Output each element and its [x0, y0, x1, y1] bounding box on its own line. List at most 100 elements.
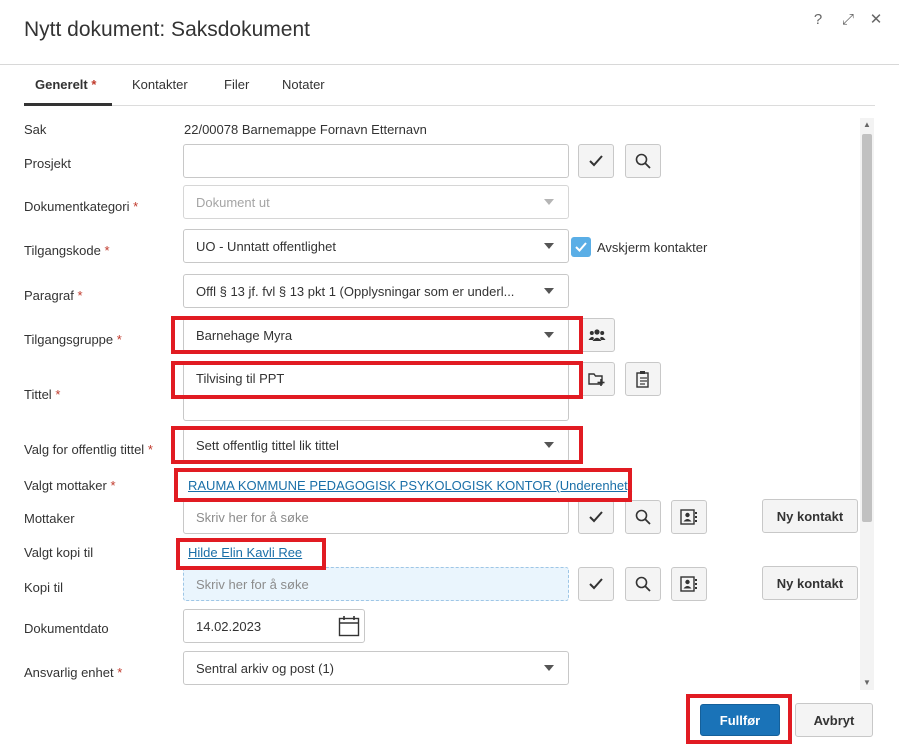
- label-text: Valgt mottaker: [24, 478, 107, 493]
- chevron-down-icon: [544, 442, 554, 448]
- chevron-down-icon: [544, 199, 554, 205]
- close-icon[interactable]: ✕: [866, 10, 886, 30]
- chevron-down-icon: [544, 332, 554, 338]
- users-icon: [588, 329, 606, 341]
- ansvarlig-enhet-label: Ansvarlig enhet *: [24, 665, 122, 680]
- tilgangskode-select[interactable]: UO - Unntatt offentlighet: [183, 229, 569, 263]
- tab-label: Generelt: [35, 77, 88, 92]
- select-value: Dokument ut: [196, 194, 270, 210]
- avskjerm-kontakter-checkbox[interactable]: [571, 237, 591, 257]
- kopi-search-button[interactable]: [625, 567, 661, 601]
- kopi-new-contact-button[interactable]: Ny kontakt: [762, 566, 858, 600]
- ansvarlig-enhet-select[interactable]: Sentral arkiv og post (1): [183, 651, 569, 685]
- tab-notater[interactable]: Notater: [282, 64, 325, 106]
- mottaker-search-input[interactable]: [183, 500, 569, 534]
- search-icon: [635, 509, 651, 525]
- kopi-til-label: Kopi til: [24, 580, 64, 595]
- required-mark: *: [133, 199, 139, 214]
- sak-label: Sak: [24, 122, 47, 137]
- offentlig-tittel-select[interactable]: Sett offentlig tittel lik tittel: [183, 428, 569, 462]
- scroll-up-icon[interactable]: ▲: [861, 119, 873, 131]
- tilgangsgruppe-members-button[interactable]: [579, 318, 615, 352]
- select-value: Sett offentlig tittel lik tittel: [196, 437, 339, 453]
- required-mark: *: [147, 442, 153, 457]
- kopi-confirm-button[interactable]: [578, 567, 614, 601]
- mottaker-addressbook-button[interactable]: [671, 500, 707, 534]
- tilgangsgruppe-label: Tilgangsgruppe *: [24, 332, 122, 347]
- chevron-down-icon: [544, 243, 554, 249]
- tittel-textarea[interactable]: Tilvising til PPT: [183, 362, 569, 421]
- tab-label: Notater: [282, 77, 325, 92]
- active-tab-indicator: [24, 103, 112, 106]
- search-icon: [635, 576, 651, 592]
- select-value: UO - Unntatt offentlighet: [196, 238, 336, 254]
- tab-label: Kontakter: [132, 77, 188, 92]
- search-icon: [635, 153, 651, 169]
- paragraf-select[interactable]: Offl § 13 jf. fvl § 13 pkt 1 (Opplysning…: [183, 274, 569, 308]
- offentlig-tittel-label: Valg for offentlig tittel *: [24, 442, 153, 457]
- contact-card-icon: [680, 509, 697, 525]
- label-text: Ansvarlig enhet: [24, 665, 114, 680]
- avskjerm-kontakter-label: Avskjerm kontakter: [597, 240, 708, 255]
- prosjekt-search-button[interactable]: [625, 144, 661, 178]
- check-icon: [589, 155, 603, 167]
- required-mark: *: [55, 387, 61, 402]
- tittel-label: Tittel *: [24, 387, 60, 402]
- dokumentkategori-label: Dokumentkategori *: [24, 199, 138, 214]
- tittel-copy-button[interactable]: [625, 362, 661, 396]
- paragraf-label: Paragraf *: [24, 288, 83, 303]
- prosjekt-label: Prosjekt: [24, 156, 71, 171]
- tilgangsgruppe-select[interactable]: Barnehage Myra: [183, 318, 569, 352]
- mottaker-search-button[interactable]: [625, 500, 661, 534]
- mottaker-label: Mottaker: [24, 511, 75, 526]
- fullfor-button[interactable]: Fullfør: [700, 704, 780, 736]
- scrollbar-thumb[interactable]: [862, 134, 872, 522]
- chevron-down-icon: [544, 288, 554, 294]
- valgt-mottaker-label: Valgt mottaker *: [24, 478, 116, 493]
- sak-value: 22/00078 Barnemappe Fornavn Etternavn: [184, 122, 427, 137]
- label-text: Dokumentkategori: [24, 199, 130, 214]
- expand-icon[interactable]: ⤢: [838, 10, 858, 30]
- valgt-kopi-label: Valgt kopi til: [24, 545, 94, 560]
- valgt-kopi-link[interactable]: Hilde Elin Kavli Ree: [188, 545, 302, 560]
- label-text: Valg for offentlig tittel: [24, 442, 145, 457]
- required-mark: *: [104, 243, 110, 258]
- kopi-til-search-input[interactable]: [183, 567, 569, 601]
- tab-bar: Generelt * Kontakter Filer Notater: [24, 64, 875, 106]
- valgt-mottaker-link[interactable]: RAUMA KOMMUNE PEDAGOGISK PSYKOLOGISK KON…: [188, 478, 632, 493]
- tab-kontakter[interactable]: Kontakter: [132, 64, 188, 106]
- clipboard-icon: [636, 371, 649, 388]
- dialog-title: Nytt dokument: Saksdokument: [24, 18, 310, 41]
- required-mark: *: [117, 665, 123, 680]
- label-text: Tilgangskode: [24, 243, 101, 258]
- tab-generelt[interactable]: Generelt *: [35, 64, 96, 106]
- label-text: Tittel: [24, 387, 52, 402]
- folder-add-icon: [588, 373, 605, 386]
- avbryt-button[interactable]: Avbryt: [795, 703, 873, 737]
- mottaker-new-contact-button[interactable]: Ny kontakt: [762, 499, 858, 533]
- help-icon[interactable]: ?: [808, 10, 828, 30]
- required-mark: *: [91, 77, 97, 92]
- required-mark: *: [116, 332, 122, 347]
- select-value: Offl § 13 jf. fvl § 13 pkt 1 (Opplysning…: [196, 283, 515, 299]
- tab-label: Filer: [224, 77, 250, 92]
- prosjekt-input[interactable]: [183, 144, 569, 178]
- check-icon: [589, 511, 603, 523]
- required-mark: *: [77, 288, 83, 303]
- scroll-down-icon[interactable]: ▼: [861, 677, 873, 689]
- required-mark: *: [110, 478, 116, 493]
- mottaker-confirm-button[interactable]: [578, 500, 614, 534]
- select-value: Sentral arkiv og post (1): [196, 660, 335, 676]
- tab-filer[interactable]: Filer: [224, 64, 249, 106]
- contact-card-icon: [680, 576, 697, 592]
- dokumentkategori-select: Dokument ut: [183, 185, 569, 219]
- tittel-template-button[interactable]: [579, 362, 615, 396]
- calendar-icon[interactable]: [338, 615, 360, 637]
- prosjekt-confirm-button[interactable]: [578, 144, 614, 178]
- tilgangskode-label: Tilgangskode *: [24, 243, 110, 258]
- label-text: Paragraf: [24, 288, 74, 303]
- dokumentdato-label: Dokumentdato: [24, 621, 109, 636]
- label-text: Tilgangsgruppe: [24, 332, 114, 347]
- check-icon: [575, 242, 587, 252]
- kopi-addressbook-button[interactable]: [671, 567, 707, 601]
